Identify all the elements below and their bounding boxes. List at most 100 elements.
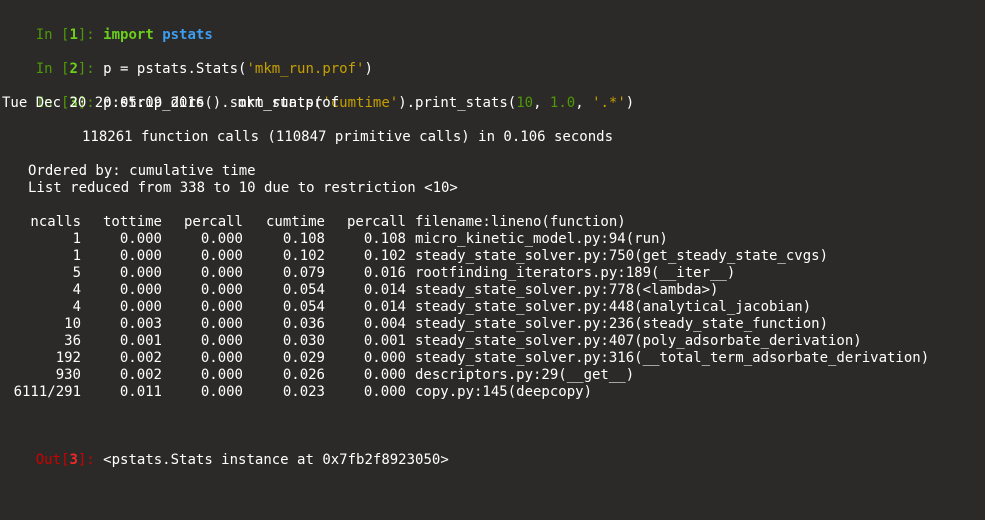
in-prompt-number: 1 [69, 27, 78, 43]
code-string: 'mkm_run.prof' [246, 61, 365, 77]
cell-percall: 0.000 [200, 231, 243, 247]
output-timestamp: Tue Dec 20 20:05:09 2016 mkm_run.prof [2, 95, 340, 111]
code-text: , [533, 95, 550, 111]
stats-table-header: ncalls tottime percall cumtime percall f… [0, 214, 985, 231]
cell-function: copy.py:145(deepcopy) [415, 384, 593, 400]
cell-percall: 0.000 [200, 299, 243, 315]
code-text: p = pstats.Stats( [103, 61, 247, 77]
in-prompt-prefix: In [ [35, 61, 70, 77]
cell-percall: 0.000 [200, 282, 243, 298]
input-cell-2[interactable]: In [2]: p = pstats.Stats('mkm_run.prof') [2, 44, 373, 77]
output-ordered-by: Ordered by: cumulative time [28, 163, 256, 179]
header-function: filename:lineno(function) [415, 214, 626, 230]
in-prompt-number: 2 [69, 61, 78, 77]
cell-cumtime: 0.023 [282, 384, 325, 400]
code-text: , [575, 95, 593, 111]
cell-cumtime: 0.030 [282, 333, 325, 349]
cell-percall-cum: 0.004 [363, 316, 406, 332]
input-cell-1[interactable]: In [1]: import pstats [2, 10, 213, 43]
cell-percall-cum: 0.000 [363, 367, 406, 383]
code-string: '.*' [592, 95, 626, 111]
code-module-name: pstats [162, 27, 213, 43]
cell-ncalls: 10 [64, 316, 81, 332]
cell-percall: 0.000 [200, 265, 243, 281]
in-prompt-suffix: ]: [77, 27, 104, 43]
table-row: 6111/291 0.011 0.000 0.023 0.000 copy.py… [0, 384, 985, 401]
cell-tottime: 0.000 [119, 282, 162, 298]
cell-function: steady_state_solver.py:407(poly_adsorbat… [415, 333, 862, 349]
cell-ncalls: 192 [55, 350, 81, 366]
cell-function: steady_state_solver.py:448(analytical_ja… [415, 299, 812, 315]
cell-cumtime: 0.036 [282, 316, 325, 332]
cell-cumtime: 0.079 [282, 265, 325, 281]
header-cumtime: cumtime [265, 214, 325, 230]
cell-tottime: 0.002 [119, 350, 162, 366]
cell-ncalls: 930 [55, 367, 81, 383]
cell-ncalls: 4 [72, 299, 81, 315]
in-prompt-prefix: In [ [35, 27, 70, 43]
code-text: ).print_stats( [398, 95, 517, 111]
cell-ncalls: 5 [72, 265, 81, 281]
cell-percall-cum: 0.000 [363, 350, 406, 366]
header-percall: percall [183, 214, 243, 230]
output-cell-3[interactable]: Out[3]: <pstats.Stats instance at 0x7fb2… [2, 435, 449, 468]
code-number: 1.0 [549, 95, 576, 111]
table-row: 930 0.002 0.000 0.026 0.000 descriptors.… [0, 367, 985, 384]
input-cell-3[interactable]: In [3]: p.strip_dirs().sort_stats('cumti… [2, 78, 635, 111]
cell-cumtime: 0.054 [282, 299, 325, 315]
cell-function: descriptors.py:29(__get__) [415, 367, 635, 383]
cell-tottime: 0.001 [119, 333, 162, 349]
table-row: 5 0.000 0.000 0.079 0.016 rootfinding_it… [0, 265, 985, 282]
cell-percall-cum: 0.108 [363, 231, 406, 247]
cell-tottime: 0.000 [119, 231, 162, 247]
out-prompt-number: 3 [69, 452, 78, 468]
code-keyword-import: import [103, 27, 154, 43]
cell-percall-cum: 0.014 [363, 282, 406, 298]
cell-percall: 0.000 [200, 350, 243, 366]
cell-cumtime: 0.029 [282, 350, 325, 366]
cell-function: steady_state_solver.py:750(get_steady_st… [415, 248, 829, 264]
cell-percall: 0.000 [200, 384, 243, 400]
out-prompt-suffix: ]: [77, 452, 104, 468]
cell-percall: 0.000 [200, 333, 243, 349]
table-row: 4 0.000 0.000 0.054 0.014 steady_state_s… [0, 299, 985, 316]
out-prompt-prefix: Out[ [35, 452, 70, 468]
cell-percall-cum: 0.001 [363, 333, 406, 349]
cell-percall-cum: 0.014 [363, 299, 406, 315]
cell-tottime: 0.000 [119, 299, 162, 315]
table-row: 4 0.000 0.000 0.054 0.014 steady_state_s… [0, 282, 985, 299]
header-tottime: tottime [102, 214, 162, 230]
cell-tottime: 0.000 [119, 265, 162, 281]
cell-percall: 0.000 [200, 316, 243, 332]
cell-function: rootfinding_iterators.py:189(__iter__) [415, 265, 736, 281]
cell-ncalls: 6111/291 [13, 384, 81, 400]
table-row: 1 0.000 0.000 0.108 0.108 micro_kinetic_… [0, 231, 985, 248]
cell-percall-cum: 0.102 [363, 248, 406, 264]
cell-tottime: 0.003 [119, 316, 162, 332]
code-text: ) [625, 95, 635, 111]
output-summary: 118261 function calls (110847 primitive … [82, 129, 614, 145]
cell-percall-cum: 0.000 [363, 384, 406, 400]
cell-cumtime: 0.108 [282, 231, 325, 247]
header-percall-cum: percall [346, 214, 406, 230]
code-text: ) [364, 61, 373, 77]
output-list-reduced: List reduced from 338 to 10 due to restr… [28, 180, 458, 196]
cell-function: micro_kinetic_model.py:94(run) [415, 231, 668, 247]
output-value: <pstats.Stats instance at 0x7fb2f8923050… [103, 452, 449, 468]
table-row: 192 0.002 0.000 0.029 0.000 steady_state… [0, 350, 985, 367]
cell-tottime: 0.000 [119, 248, 162, 264]
table-row: 36 0.001 0.000 0.030 0.001 steady_state_… [0, 333, 985, 350]
cell-tottime: 0.002 [119, 367, 162, 383]
ipython-terminal[interactable]: In [1]: import pstats In [2]: p = pstats… [0, 0, 985, 468]
cell-function: steady_state_solver.py:316(__total_term_… [415, 350, 930, 366]
cell-percall: 0.000 [200, 367, 243, 383]
table-row: 10 0.003 0.000 0.036 0.004 steady_state_… [0, 316, 985, 333]
cell-percall-cum: 0.016 [363, 265, 406, 281]
cell-tottime: 0.011 [119, 384, 162, 400]
cell-cumtime: 0.026 [282, 367, 325, 383]
header-ncalls: ncalls [30, 214, 81, 230]
cell-cumtime: 0.054 [282, 282, 325, 298]
code-number: 10 [516, 95, 534, 111]
cell-percall: 0.000 [200, 248, 243, 264]
